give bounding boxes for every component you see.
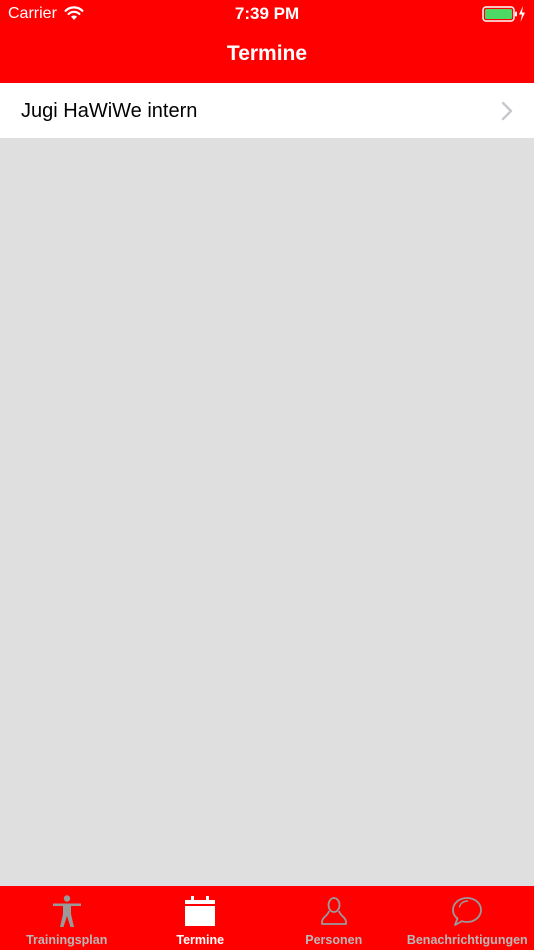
tab-label: Trainingsplan <box>26 933 108 947</box>
event-list: Jugi HaWiWe intern <box>0 83 534 138</box>
chat-bubbles-icon <box>452 897 483 926</box>
person-icon <box>320 897 347 925</box>
list-item[interactable]: Jugi HaWiWe intern <box>0 83 534 138</box>
chevron-right-icon <box>501 101 513 121</box>
tab-termine[interactable]: Termine <box>134 886 268 950</box>
tab-bar: Trainingsplan Termine Personen Benachric… <box>0 886 534 950</box>
person-figure-icon <box>52 895 81 927</box>
page-title: Termine <box>226 42 308 65</box>
tab-label: Benachrichtigungen <box>406 933 528 947</box>
status-time: 7:39 PM <box>234 4 300 23</box>
status-bar: Carrier 7:39 PM <box>0 0 534 28</box>
tab-label: Termine <box>176 933 225 947</box>
tab-personen[interactable]: Personen <box>267 886 401 950</box>
tab-trainingsplan[interactable]: Trainingsplan <box>0 886 134 950</box>
tab-benachrichtigungen[interactable]: Benachrichtigungen <box>401 886 534 950</box>
list-item-label: Jugi HaWiWe intern <box>21 100 198 122</box>
tab-label: Personen <box>305 933 363 947</box>
calendar-icon <box>185 896 216 926</box>
top-bar: Carrier 7:39 PM Termine <box>0 0 534 83</box>
battery-charging-icon <box>482 6 525 22</box>
